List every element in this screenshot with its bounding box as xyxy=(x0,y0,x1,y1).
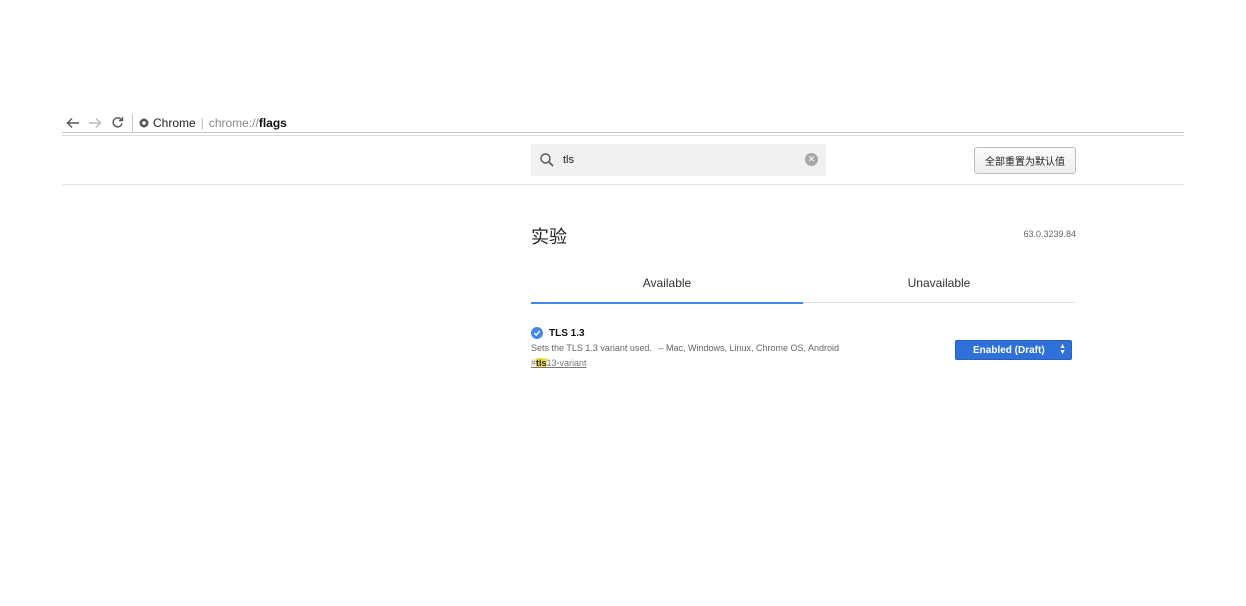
site-chip[interactable]: Chrome xyxy=(139,116,196,130)
flags-header: ✕ 全部重置为默认值 xyxy=(62,137,1184,185)
search-icon xyxy=(540,153,554,167)
experiment-name: TLS 1.3 xyxy=(549,327,585,339)
back-button[interactable] xyxy=(62,114,84,132)
tab-unavailable[interactable]: Unavailable xyxy=(803,270,1075,303)
tab-available[interactable]: Available xyxy=(531,270,803,304)
omnibox[interactable]: Chrome | chrome:// flags xyxy=(132,113,287,132)
omnibox-separator: | xyxy=(200,115,204,130)
experiment-permalink[interactable]: #tls13-variant xyxy=(531,358,587,368)
experiment-state-select[interactable]: Enabled (Draft) ▲ ▼ xyxy=(955,340,1072,360)
check-circle-icon xyxy=(531,327,543,339)
arrow-right-icon xyxy=(89,117,102,128)
reload-icon xyxy=(111,117,123,128)
version-label: 63.0.3239.84 xyxy=(1023,229,1076,239)
search-input[interactable] xyxy=(561,150,791,170)
permalink-suffix: 13-variant xyxy=(546,358,587,368)
experiment-item: TLS 1.3 Sets the TLS 1.3 variant used. –… xyxy=(531,326,1076,376)
forward-button[interactable] xyxy=(84,114,106,132)
selected-state: Enabled (Draft) xyxy=(973,344,1045,356)
chrome-logo-icon xyxy=(139,118,149,127)
select-arrows-icon: ▲ ▼ xyxy=(1059,343,1066,356)
site-label: Chrome xyxy=(153,115,196,130)
experiment-title-row: TLS 1.3 xyxy=(531,326,1076,340)
clear-search-icon[interactable]: ✕ xyxy=(805,153,818,166)
search-box: ✕ xyxy=(531,144,826,176)
url-scheme: chrome:// xyxy=(208,115,259,130)
tab-bar: Available Unavailable xyxy=(531,270,1076,304)
reset-all-button[interactable]: 全部重置为默认值 xyxy=(974,147,1076,174)
browser-toolbar: Chrome | chrome:// flags xyxy=(62,113,1184,136)
reload-button[interactable] xyxy=(106,114,128,132)
url-path: flags xyxy=(258,115,287,130)
experiment-description: Sets the TLS 1.3 variant used. xyxy=(531,343,652,353)
page-title: 实验 xyxy=(531,227,567,248)
permalink-highlight: tls xyxy=(536,358,547,368)
arrow-left-icon xyxy=(66,117,79,128)
experiment-platforms: – Mac, Windows, Linux, Chrome OS, Androi… xyxy=(658,343,840,353)
